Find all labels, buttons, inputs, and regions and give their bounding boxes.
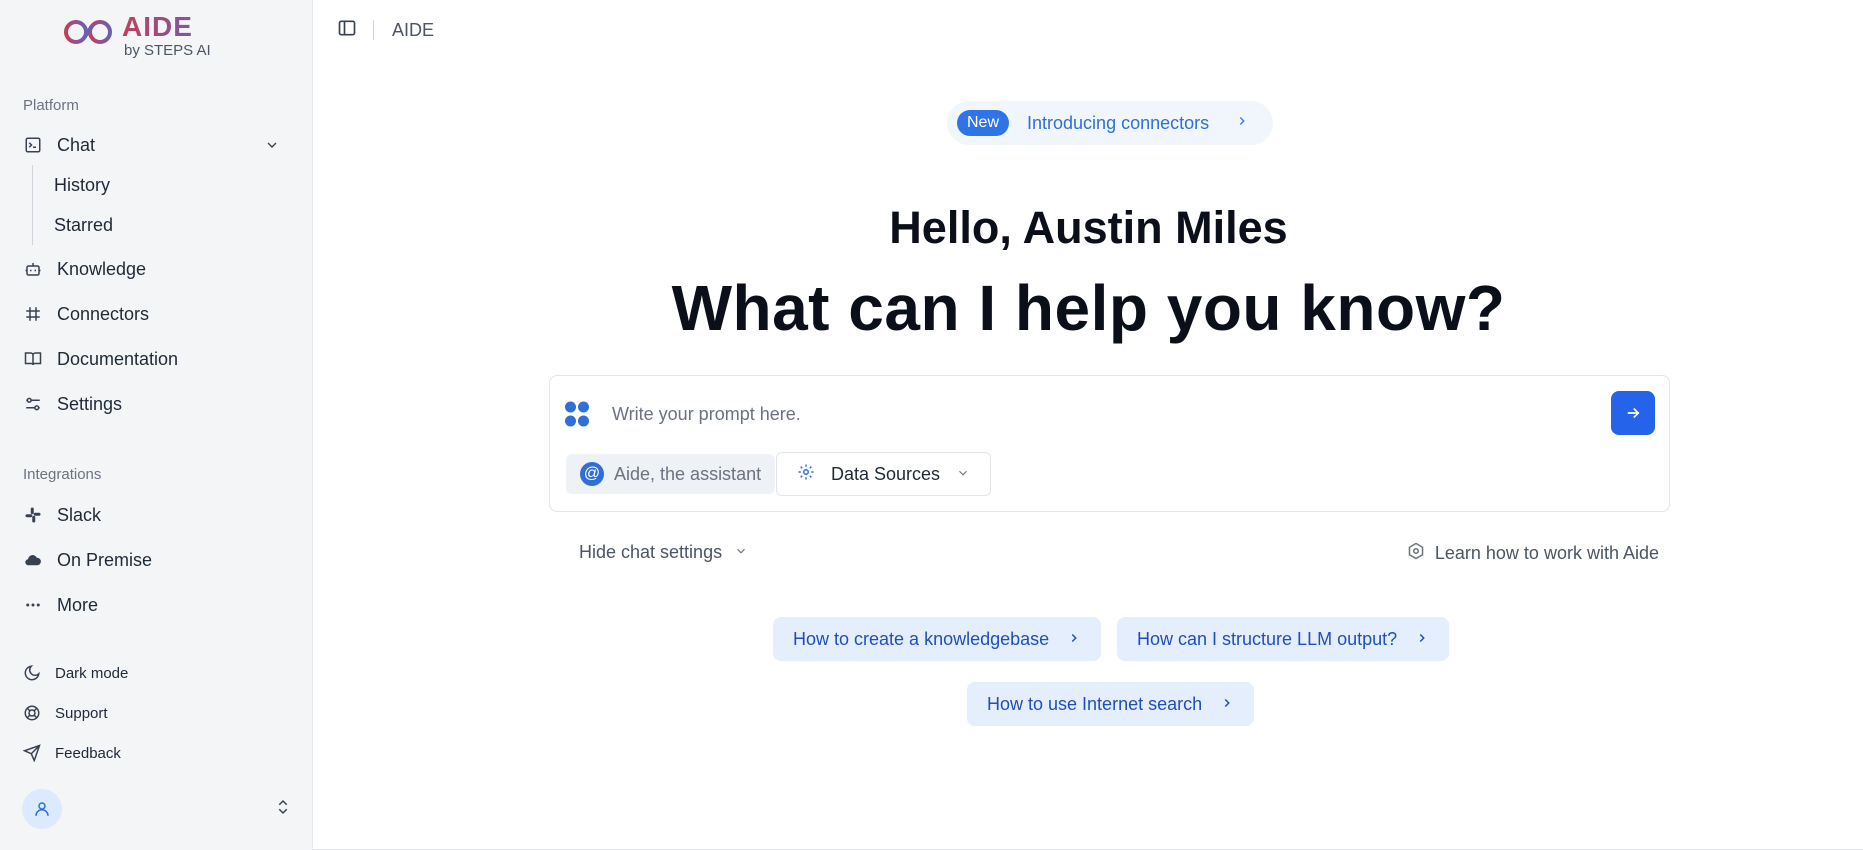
hide-chat-settings-label: Hide chat settings — [579, 542, 723, 562]
chevron-down-icon — [734, 542, 748, 563]
topbar: AIDE — [337, 16, 434, 44]
breadcrumb[interactable]: AIDE — [392, 20, 434, 41]
at-icon: @ — [580, 462, 604, 486]
chevron-right-icon — [1235, 114, 1249, 133]
main-content: AIDE New Introducing connectors Hello, A… — [312, 0, 1863, 850]
announcement-text: Introducing connectors — [1027, 112, 1210, 133]
sidebar-item-label: Connectors — [57, 303, 150, 324]
avatar[interactable] — [22, 789, 62, 829]
sidebar-item-label: Support — [55, 704, 108, 722]
sidebar-item-label: More — [57, 594, 99, 615]
user-icon — [35, 802, 49, 816]
sidebar-item-settings[interactable]: Settings — [14, 385, 294, 423]
assistant-chip-label: Aide, the assistant — [614, 463, 762, 484]
send-button[interactable] — [1611, 391, 1655, 435]
bot-icon — [23, 259, 43, 279]
sidebar-item-documentation[interactable]: Documentation — [14, 340, 294, 378]
life-buoy-icon — [23, 704, 41, 722]
sidebar-subitem-starred[interactable]: Starred — [42, 208, 282, 242]
sidebar-item-connectors[interactable]: Connectors — [14, 295, 294, 333]
sidebar-item-label: On Premise — [57, 549, 153, 570]
sidebar-item-label: Feedback — [55, 744, 121, 762]
logo-icon — [64, 20, 112, 44]
submenu-divider — [32, 165, 33, 245]
sliders-icon — [23, 394, 43, 414]
suggestion-label: How to create a knowledgebase — [793, 628, 1050, 649]
greeting: Hello, Austin Miles — [889, 202, 1288, 253]
prompt-box: @ Aide, the assistant Data Sources — [549, 375, 1670, 512]
suggestion-label: How to use Internet search — [987, 693, 1203, 714]
sidebar-toggle-icon[interactable] — [337, 18, 357, 43]
suggestion-button[interactable]: How to create a knowledgebase — [773, 617, 1102, 661]
user-menu[interactable] — [22, 789, 292, 829]
sidebar-subitem-history[interactable]: History — [42, 168, 282, 202]
assistant-chip[interactable]: @ Aide, the assistant — [566, 454, 776, 494]
moon-icon — [23, 664, 41, 682]
suggestion-label: How can I structure LLM output? — [1137, 628, 1398, 649]
platform-section-label: Platform — [23, 97, 79, 114]
dark-mode-toggle[interactable]: Dark mode — [14, 656, 294, 690]
sidebar-item-feedback[interactable]: Feedback — [14, 736, 294, 770]
prompt-input[interactable] — [612, 398, 1572, 430]
topbar-divider — [373, 20, 374, 40]
arrow-right-icon — [1627, 407, 1640, 419]
terminal-icon — [23, 135, 43, 155]
new-badge: New — [957, 110, 1010, 136]
integrations-section-label: Integrations — [23, 466, 102, 483]
sidebar-item-knowledge[interactable]: Knowledge — [14, 250, 294, 288]
chevron-down-icon[interactable] — [264, 137, 280, 158]
sidebar-item-support[interactable]: Support — [14, 696, 294, 730]
chevrons-up-down-icon[interactable] — [274, 798, 292, 821]
sidebar-item-label: Chat — [57, 134, 96, 155]
apps-icon[interactable] — [564, 400, 590, 428]
cloud-icon — [23, 550, 43, 570]
book-open-icon — [23, 349, 43, 369]
slack-icon — [23, 505, 43, 525]
sidebar-item-on-premise[interactable]: On Premise — [14, 541, 294, 579]
app-root: AIDE by STEPS AI Platform Chat History S… — [0, 0, 1863, 850]
sidebar: AIDE by STEPS AI Platform Chat History S… — [0, 0, 312, 850]
suggestion-button[interactable]: How to use Internet search — [967, 682, 1255, 726]
sidebar-item-chat[interactable]: Chat — [14, 126, 294, 164]
ellipsis-icon — [23, 595, 43, 615]
data-sources-dropdown[interactable]: Data Sources — [776, 452, 992, 496]
sidebar-item-label: Knowledge — [57, 258, 147, 279]
send-icon — [23, 744, 41, 762]
brand-logo[interactable]: AIDE by STEPS AI — [62, 12, 211, 59]
learn-link-label: Learn how to work with Aide — [1434, 543, 1659, 563]
sidebar-item-slack[interactable]: Slack — [14, 496, 294, 534]
sidebar-item-label: Dark mode — [55, 664, 129, 682]
sidebar-item-label: Slack — [57, 504, 102, 525]
learn-link[interactable]: Learn how to work with Aide — [1407, 542, 1659, 565]
brand-title: AIDE — [122, 12, 211, 42]
page-title: What can I help you know? — [671, 272, 1506, 344]
announcement-banner[interactable]: New Introducing connectors — [947, 101, 1273, 145]
chevron-right-icon — [1415, 629, 1429, 650]
gear-icon — [797, 463, 815, 486]
sidebar-item-label: Settings — [57, 393, 123, 414]
sidebar-item-label: Documentation — [57, 348, 179, 369]
chevron-right-icon — [1067, 629, 1081, 650]
chevron-down-icon — [956, 464, 970, 485]
chevron-right-icon — [1220, 694, 1234, 715]
suggestion-button[interactable]: How can I structure LLM output? — [1117, 617, 1450, 661]
hexagon-icon — [1407, 542, 1425, 565]
hide-chat-settings-toggle[interactable]: Hide chat settings — [579, 542, 748, 563]
sidebar-item-more[interactable]: More — [14, 586, 294, 624]
hash-icon — [23, 304, 43, 324]
brand-subtitle: by STEPS AI — [124, 42, 211, 59]
data-sources-label: Data Sources — [831, 463, 941, 484]
